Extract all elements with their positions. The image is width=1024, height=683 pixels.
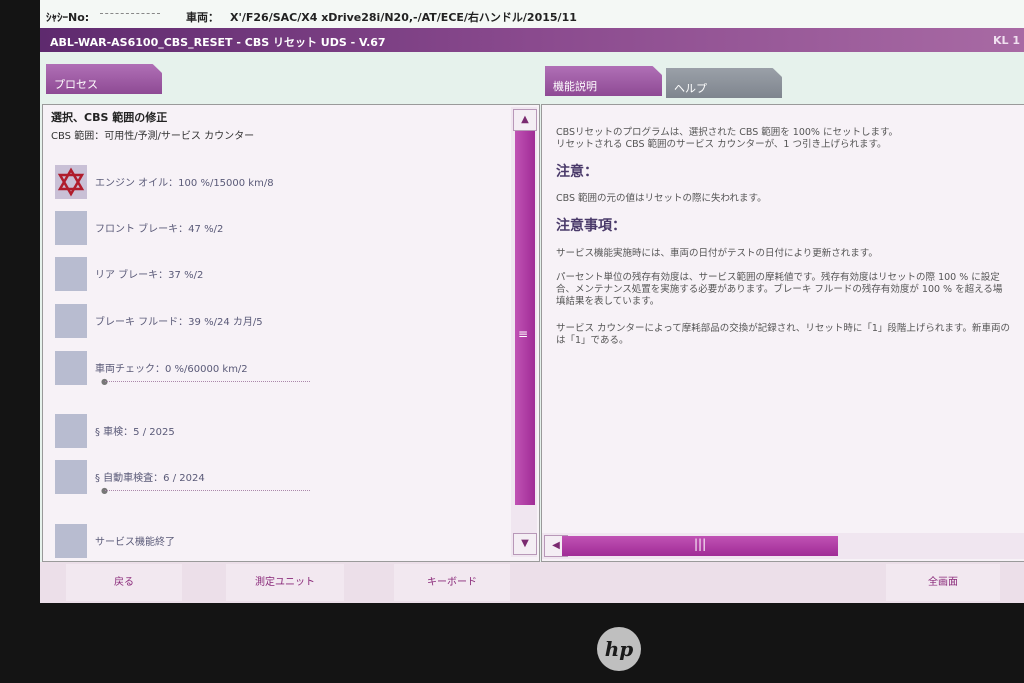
grip-icon: |||	[694, 537, 707, 551]
note-paragraph-2-line-3: 填結果を表しています。	[556, 296, 660, 307]
selection-box	[55, 211, 87, 245]
scroll-down-icon[interactable]: ▼	[513, 533, 537, 555]
vehicle-info-bar: ｼｬｼｰNo: 車両： X'/F26/SAC/X4 xDrive28i/N20,…	[40, 0, 1024, 29]
cbs-item-label: リア ブレーキ：37 %/2	[95, 270, 204, 281]
process-subtitle: CBS 範囲：可用性/予測/サービス カウンター	[51, 131, 255, 142]
cbs-item-label: 車両チェック：0 %/60000 km/2	[95, 364, 248, 375]
description-panel: CBSリセットのプログラムは、選択された CBS 範囲を 100% にセットしま…	[541, 104, 1024, 562]
scroll-thumb[interactable]: |||	[562, 536, 838, 556]
note-paragraph-2-line-2: 合、メンテナンス処置を実施する必要があります。ブレーキ フルードの残存有効度が …	[556, 284, 1003, 295]
back-button[interactable]: 戻る	[66, 564, 182, 601]
selection-box	[55, 414, 87, 448]
chassis-value-placeholder	[100, 13, 160, 14]
cbs-item-label: § 自動車検査：6 / 2024	[95, 473, 205, 484]
cbs-item-brake-fluid[interactable]: ブレーキ フルード：39 %/24 カ月/5	[55, 304, 495, 340]
note-paragraph-3-line-2: は「1」である。	[556, 335, 629, 346]
divider	[105, 490, 310, 491]
tab-help-label: ヘルプ	[674, 82, 707, 95]
note-paragraph-3-line-1: サービス カウンターによって摩耗部品の交換が記録され、リセット時に「1」段階上げ…	[556, 323, 1010, 334]
process-panel: 選択、CBS 範囲の修正 CBS 範囲：可用性/予測/サービス カウンター エン…	[42, 104, 540, 562]
notes-heading: 注意事項：	[556, 218, 626, 234]
cbs-item-label: エンジン オイル：100 %/15000 km/8	[95, 178, 274, 189]
cbs-item-label: サービス機能終了	[95, 537, 175, 548]
vertical-scrollbar[interactable]: ▲ ≡ ▼	[511, 107, 537, 557]
cbs-item-label: フロント ブレーキ：47 %/2	[95, 224, 224, 235]
horizontal-scrollbar[interactable]: ◀ |||	[542, 533, 1024, 559]
measure-unit-button[interactable]: 測定ユニット	[226, 564, 344, 601]
intro-line-1: CBSリセットのプログラムは、選択された CBS 範囲を 100% にセットしま…	[556, 127, 899, 138]
note-paragraph-1: サービス機能実施時には、車両の日付がテストの日付により更新されます。	[556, 248, 878, 259]
terminal-status: KL 1	[992, 34, 1020, 47]
diagnostic-screen: ｼｬｼｰNo: 車両： X'/F26/SAC/X4 xDrive28i/N20,…	[40, 0, 1024, 603]
cbs-item-label: § 車検：5 / 2025	[95, 427, 175, 438]
selection-box	[55, 304, 87, 338]
program-title: ABL-WAR-AS6100_CBS_RESET - CBS リセット UDS …	[50, 36, 386, 49]
intro-line-2: リセットされる CBS 範囲のサービス カウンターが、1 つ引き上げられます。	[556, 139, 887, 150]
vehicle-value: X'/F26/SAC/X4 xDrive28i/N20,-/AT/ECE/右ハン…	[230, 11, 577, 24]
program-title-bar: ABL-WAR-AS6100_CBS_RESET - CBS リセット UDS …	[40, 28, 1024, 52]
vehicle-label: 車両：	[186, 11, 219, 24]
star-of-david-icon	[57, 167, 85, 197]
selection-box	[55, 165, 87, 199]
caution-heading: 注意：	[556, 164, 598, 180]
process-title: 選択、CBS 範囲の修正	[51, 111, 168, 124]
chassis-label: ｼｬｼｰNo:	[46, 11, 90, 24]
cbs-item-inspection[interactable]: § 車検：5 / 2025	[55, 414, 495, 450]
cbs-item-rear-brake[interactable]: リア ブレーキ：37 %/2	[55, 257, 495, 293]
tab-process[interactable]: プロセス	[46, 64, 162, 94]
cbs-item-front-brake[interactable]: フロント ブレーキ：47 %/2	[55, 211, 495, 247]
cbs-item-end-service[interactable]: サービス機能終了	[55, 524, 495, 560]
tab-description-label: 機能説明	[553, 80, 597, 93]
tab-description[interactable]: 機能説明	[545, 66, 662, 96]
scroll-up-icon[interactable]: ▲	[513, 109, 537, 131]
tab-process-label: プロセス	[54, 78, 98, 91]
cbs-item-vehicle-inspection[interactable]: § 自動車検査：6 / 2024 ●	[55, 460, 495, 496]
cbs-item-engine-oil[interactable]: エンジン オイル：100 %/15000 km/8	[55, 165, 495, 201]
note-paragraph-2-line-1: パーセント単位の残存有効度は、サービス範囲の摩耗値です。残存有効度はリセットの際…	[556, 272, 1000, 283]
cbs-item-vehicle-check[interactable]: 車両チェック：0 %/60000 km/2 ●	[55, 351, 495, 387]
selection-box	[55, 351, 87, 385]
selection-box	[55, 257, 87, 291]
tab-help[interactable]: ヘルプ	[666, 68, 782, 98]
cbs-item-label: ブレーキ フルード：39 %/24 カ月/5	[95, 317, 263, 328]
caution-text: CBS 範囲の元の値はリセットの際に失われます。	[556, 193, 767, 204]
hp-logo: hp	[597, 627, 641, 671]
grip-icon: ≡	[518, 327, 529, 341]
scroll-thumb[interactable]: ≡	[515, 131, 535, 505]
keyboard-button[interactable]: キーボード	[394, 564, 510, 601]
divider	[105, 381, 310, 382]
fullscreen-button[interactable]: 全画面	[886, 564, 1000, 601]
selection-box	[55, 460, 87, 494]
bottom-toolbar: 戻る 測定ユニット キーボード 全画面	[40, 562, 1024, 603]
selection-box	[55, 524, 87, 558]
